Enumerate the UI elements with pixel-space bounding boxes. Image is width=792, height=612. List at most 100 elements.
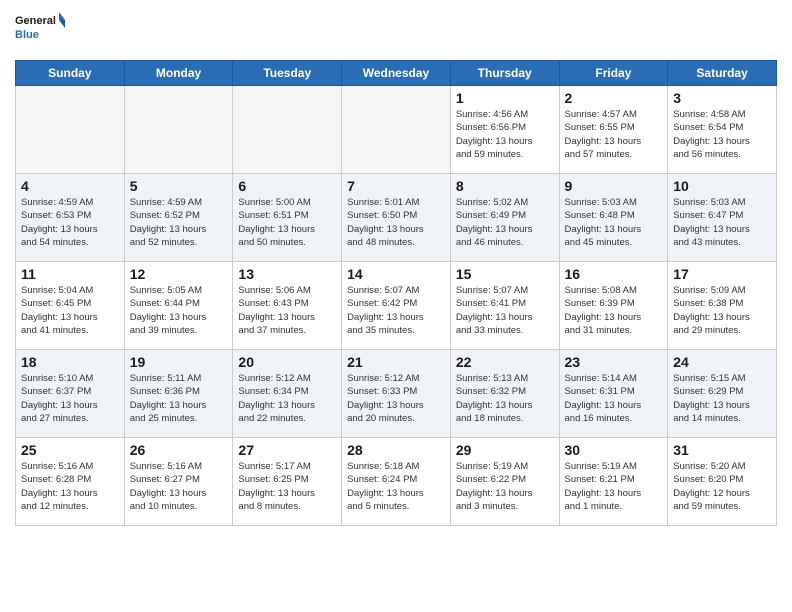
day-info: Sunrise: 5:15 AM Sunset: 6:29 PM Dayligh… <box>673 372 771 425</box>
day-number: 15 <box>456 266 554 282</box>
day-info: Sunrise: 5:09 AM Sunset: 6:38 PM Dayligh… <box>673 284 771 337</box>
calendar-cell: 18 Sunrise: 5:10 AM Sunset: 6:37 PM Dayli… <box>16 350 125 438</box>
calendar-cell: 13 Sunrise: 5:06 AM Sunset: 6:43 PM Dayli… <box>233 262 342 350</box>
calendar-cell <box>16 86 125 174</box>
day-info: Sunrise: 5:06 AM Sunset: 6:43 PM Dayligh… <box>238 284 336 337</box>
calendar-cell: 14Sunrise: 5:07 AM Sunset: 6:42 PM Dayli… <box>342 262 451 350</box>
day-number: 19 <box>130 354 228 370</box>
calendar-header-monday: Monday <box>124 61 233 86</box>
day-number: 30 <box>565 442 663 458</box>
calendar-cell: 20 Sunrise: 5:12 AM Sunset: 6:34 PM Dayli… <box>233 350 342 438</box>
calendar-cell: 28Sunrise: 5:18 AM Sunset: 6:24 PM Dayli… <box>342 438 451 526</box>
calendar-cell <box>124 86 233 174</box>
day-info: Sunrise: 5:16 AM Sunset: 6:28 PM Dayligh… <box>21 460 119 513</box>
day-info: Sunrise: 5:01 AM Sunset: 6:50 PM Dayligh… <box>347 196 445 249</box>
calendar-header-wednesday: Wednesday <box>342 61 451 86</box>
day-info: Sunrise: 4:56 AM Sunset: 6:56 PM Dayligh… <box>456 108 554 161</box>
day-number: 6 <box>238 178 336 194</box>
day-info: Sunrise: 5:19 AM Sunset: 6:22 PM Dayligh… <box>456 460 554 513</box>
day-number: 3 <box>673 90 771 106</box>
day-info: Sunrise: 5:03 AM Sunset: 6:47 PM Dayligh… <box>673 196 771 249</box>
day-number: 24 <box>673 354 771 370</box>
day-info: Sunrise: 5:11 AM Sunset: 6:36 PM Dayligh… <box>130 372 228 425</box>
day-number: 1 <box>456 90 554 106</box>
calendar-cell: 9Sunrise: 5:03 AM Sunset: 6:48 PM Daylig… <box>559 174 668 262</box>
day-number: 2 <box>565 90 663 106</box>
day-info: Sunrise: 5:12 AM Sunset: 6:34 PM Dayligh… <box>238 372 336 425</box>
day-number: 8 <box>456 178 554 194</box>
calendar: SundayMondayTuesdayWednesdayThursdayFrid… <box>15 60 777 526</box>
calendar-cell: 10Sunrise: 5:03 AM Sunset: 6:47 PM Dayli… <box>668 174 777 262</box>
header: General Blue <box>15 10 777 52</box>
calendar-week-row: 25 Sunrise: 5:16 AM Sunset: 6:28 PM Dayli… <box>16 438 777 526</box>
day-number: 14 <box>347 266 445 282</box>
day-info: Sunrise: 5:16 AM Sunset: 6:27 PM Dayligh… <box>130 460 228 513</box>
calendar-cell <box>342 86 451 174</box>
calendar-cell <box>233 86 342 174</box>
day-number: 21 <box>347 354 445 370</box>
day-number: 16 <box>565 266 663 282</box>
day-info: Sunrise: 5:07 AM Sunset: 6:41 PM Dayligh… <box>456 284 554 337</box>
day-number: 7 <box>347 178 445 194</box>
day-info: Sunrise: 4:59 AM Sunset: 6:53 PM Dayligh… <box>21 196 119 249</box>
day-info: Sunrise: 5:20 AM Sunset: 6:20 PM Dayligh… <box>673 460 771 513</box>
day-info: Sunrise: 5:04 AM Sunset: 6:45 PM Dayligh… <box>21 284 119 337</box>
calendar-cell: 15 Sunrise: 5:07 AM Sunset: 6:41 PM Dayli… <box>450 262 559 350</box>
svg-text:General: General <box>15 15 56 27</box>
day-info: Sunrise: 5:03 AM Sunset: 6:48 PM Dayligh… <box>565 196 663 249</box>
day-info: Sunrise: 4:58 AM Sunset: 6:54 PM Dayligh… <box>673 108 771 161</box>
calendar-cell: 26 Sunrise: 5:16 AM Sunset: 6:27 PM Dayli… <box>124 438 233 526</box>
day-info: Sunrise: 5:17 AM Sunset: 6:25 PM Dayligh… <box>238 460 336 513</box>
calendar-cell: 1 Sunrise: 4:56 AM Sunset: 6:56 PM Daylig… <box>450 86 559 174</box>
calendar-cell: 29 Sunrise: 5:19 AM Sunset: 6:22 PM Dayli… <box>450 438 559 526</box>
day-number: 11 <box>21 266 119 282</box>
day-info: Sunrise: 5:02 AM Sunset: 6:49 PM Dayligh… <box>456 196 554 249</box>
calendar-cell: 6 Sunrise: 5:00 AM Sunset: 6:51 PM Daylig… <box>233 174 342 262</box>
calendar-header-friday: Friday <box>559 61 668 86</box>
day-number: 18 <box>21 354 119 370</box>
day-number: 31 <box>673 442 771 458</box>
logo: General Blue <box>15 10 65 52</box>
day-info: Sunrise: 4:57 AM Sunset: 6:55 PM Dayligh… <box>565 108 663 161</box>
calendar-cell: 2 Sunrise: 4:57 AM Sunset: 6:55 PM Daylig… <box>559 86 668 174</box>
calendar-cell: 5Sunrise: 4:59 AM Sunset: 6:52 PM Daylig… <box>124 174 233 262</box>
calendar-cell: 11 Sunrise: 5:04 AM Sunset: 6:45 PM Dayli… <box>16 262 125 350</box>
day-info: Sunrise: 5:13 AM Sunset: 6:32 PM Dayligh… <box>456 372 554 425</box>
calendar-cell: 22 Sunrise: 5:13 AM Sunset: 6:32 PM Dayli… <box>450 350 559 438</box>
calendar-week-row: 1 Sunrise: 4:56 AM Sunset: 6:56 PM Daylig… <box>16 86 777 174</box>
calendar-cell: 17 Sunrise: 5:09 AM Sunset: 6:38 PM Dayli… <box>668 262 777 350</box>
calendar-cell: 16 Sunrise: 5:08 AM Sunset: 6:39 PM Dayli… <box>559 262 668 350</box>
day-number: 26 <box>130 442 228 458</box>
calendar-cell: 30 Sunrise: 5:19 AM Sunset: 6:21 PM Dayli… <box>559 438 668 526</box>
calendar-cell: 4 Sunrise: 4:59 AM Sunset: 6:53 PM Daylig… <box>16 174 125 262</box>
day-info: Sunrise: 5:19 AM Sunset: 6:21 PM Dayligh… <box>565 460 663 513</box>
day-info: Sunrise: 5:05 AM Sunset: 6:44 PM Dayligh… <box>130 284 228 337</box>
calendar-cell: 21Sunrise: 5:12 AM Sunset: 6:33 PM Dayli… <box>342 350 451 438</box>
calendar-week-row: 18 Sunrise: 5:10 AM Sunset: 6:37 PM Dayli… <box>16 350 777 438</box>
calendar-cell: 31 Sunrise: 5:20 AM Sunset: 6:20 PM Dayli… <box>668 438 777 526</box>
day-number: 13 <box>238 266 336 282</box>
calendar-header-saturday: Saturday <box>668 61 777 86</box>
day-number: 4 <box>21 178 119 194</box>
calendar-cell: 7 Sunrise: 5:01 AM Sunset: 6:50 PM Daylig… <box>342 174 451 262</box>
calendar-cell: 24 Sunrise: 5:15 AM Sunset: 6:29 PM Dayli… <box>668 350 777 438</box>
day-number: 22 <box>456 354 554 370</box>
calendar-cell: 27Sunrise: 5:17 AM Sunset: 6:25 PM Dayli… <box>233 438 342 526</box>
day-number: 25 <box>21 442 119 458</box>
calendar-cell: 12 Sunrise: 5:05 AM Sunset: 6:44 PM Dayli… <box>124 262 233 350</box>
calendar-header-thursday: Thursday <box>450 61 559 86</box>
calendar-header-tuesday: Tuesday <box>233 61 342 86</box>
day-info: Sunrise: 5:08 AM Sunset: 6:39 PM Dayligh… <box>565 284 663 337</box>
day-info: Sunrise: 5:00 AM Sunset: 6:51 PM Dayligh… <box>238 196 336 249</box>
day-info: Sunrise: 5:10 AM Sunset: 6:37 PM Dayligh… <box>21 372 119 425</box>
day-info: Sunrise: 4:59 AM Sunset: 6:52 PM Dayligh… <box>130 196 228 249</box>
day-number: 12 <box>130 266 228 282</box>
calendar-week-row: 4 Sunrise: 4:59 AM Sunset: 6:53 PM Daylig… <box>16 174 777 262</box>
day-info: Sunrise: 5:14 AM Sunset: 6:31 PM Dayligh… <box>565 372 663 425</box>
calendar-header-sunday: Sunday <box>16 61 125 86</box>
calendar-week-row: 11 Sunrise: 5:04 AM Sunset: 6:45 PM Dayli… <box>16 262 777 350</box>
day-number: 20 <box>238 354 336 370</box>
day-number: 17 <box>673 266 771 282</box>
day-number: 29 <box>456 442 554 458</box>
calendar-cell: 3 Sunrise: 4:58 AM Sunset: 6:54 PM Daylig… <box>668 86 777 174</box>
